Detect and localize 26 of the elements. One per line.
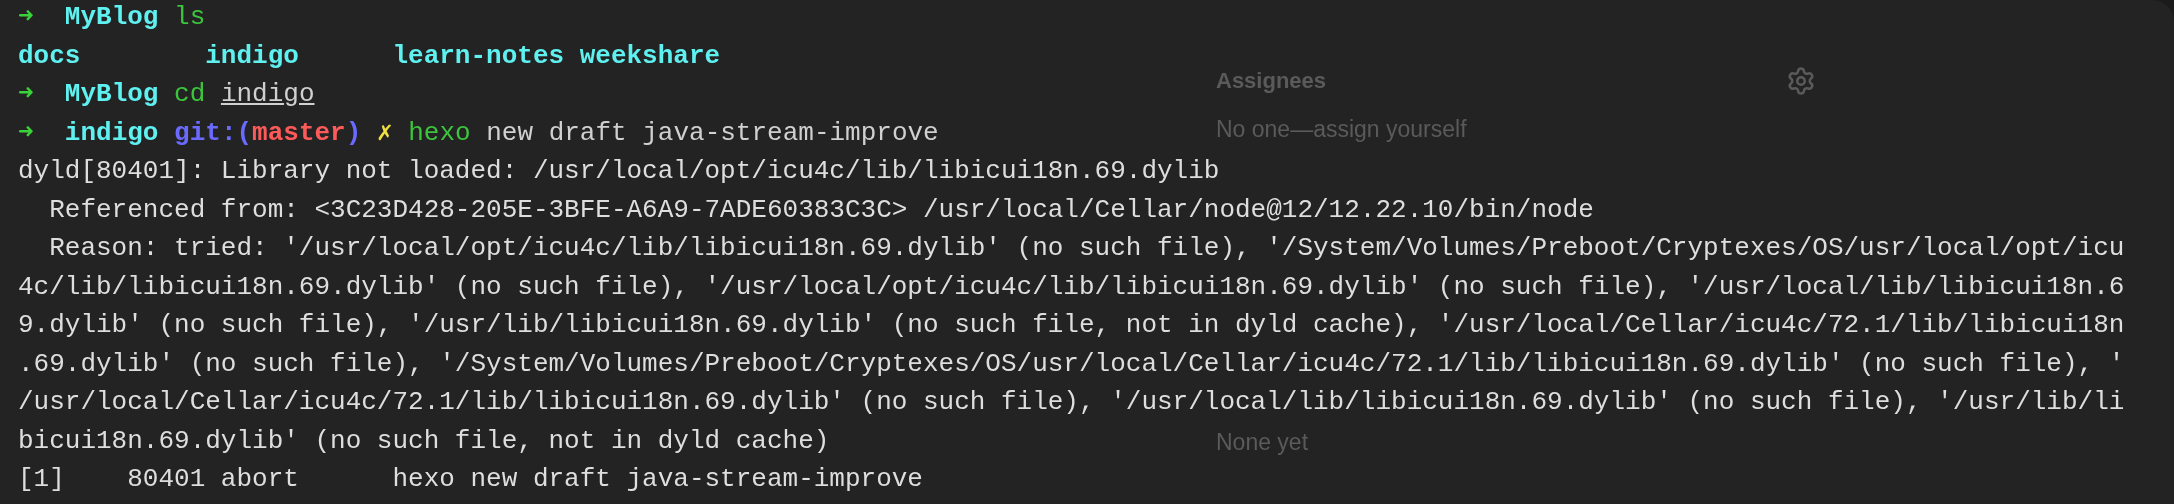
command-name: cd — [174, 79, 207, 109]
git-label: ) — [345, 117, 363, 148]
git-label: git:( — [174, 117, 253, 148]
output-line: /usr/local/Cellar/icu4c/72.1/lib/libicui18n.69.dylib' (no such file), '/usr/local/lib/libicui18n.69.dylib' (no such file), '/usr/lib/li — [18, 387, 2125, 417]
command-arguments: new draft java-stream-improve — [485, 117, 939, 148]
output-line: .69.dylib' (no such file), '/System/Volumes/Preboot/Cryptexes/OS/usr/local/Cellar/icu4c/72.1/lib/libicui18n.69.dylib' (no such file), ' — [18, 348, 2125, 379]
output-line: bicui18n.69.dylib' (no such file, not in dyld cache) — [18, 425, 830, 456]
prompt-arrow: ➜ — [18, 79, 35, 109]
prompt-directory: MyBlog — [64, 79, 160, 109]
output-line: dyld[80401]: Library not loaded: /usr/local/opt/icu4c/lib/libicui18n.69.dylib — [18, 156, 1220, 186]
command-name: hexo — [408, 117, 471, 148]
output-line: 9.dylib' (no such file), '/usr/lib/libicui18n.69.dylib' (no such file, not in dyld cache), '/usr/local/Cellar/icu4c/72.1/lib/libicui18n — [18, 310, 2125, 340]
settings-icon[interactable] — [1786, 66, 1816, 96]
dirty-mark: ✗ — [376, 117, 394, 148]
command-name: ls — [174, 2, 206, 32]
output-line: [1] 80401 abort hexo new draft java-stream-improve — [18, 464, 923, 494]
output-line: 4c/lib/libicui18n.69.dylib' (no such file), '/usr/local/opt/icu4c/lib/libicui18n.69.dylib' (no such file), '/usr/local/lib/libicui18n.6 — [18, 271, 2125, 302]
output-line: Referenced from: <3C23D428-205E-3BFE-A6A9-7ADE60383C3C> /usr/local/Cellar/node@12/12.22.10/bin/node — [48, 194, 1594, 225]
git-branch: master — [252, 117, 346, 148]
prompt-directory: MyBlog — [64, 2, 160, 32]
prompt-arrow: ➜ — [18, 117, 35, 148]
prompt-directory: indigo — [64, 117, 160, 148]
prompt-arrow: ➜ — [18, 2, 35, 32]
path-argument: indigo — [220, 79, 315, 109]
directory-listing: docs indigo learn-notes weekshare — [18, 40, 721, 71]
output-line: Reason: tried: '/usr/local/opt/icu4c/lib/libicui18n.69.dylib' (no such file), '/System/Volumes/Preboot/Cryptexes/OS/usr/local/opt/icu — [48, 233, 2125, 263]
